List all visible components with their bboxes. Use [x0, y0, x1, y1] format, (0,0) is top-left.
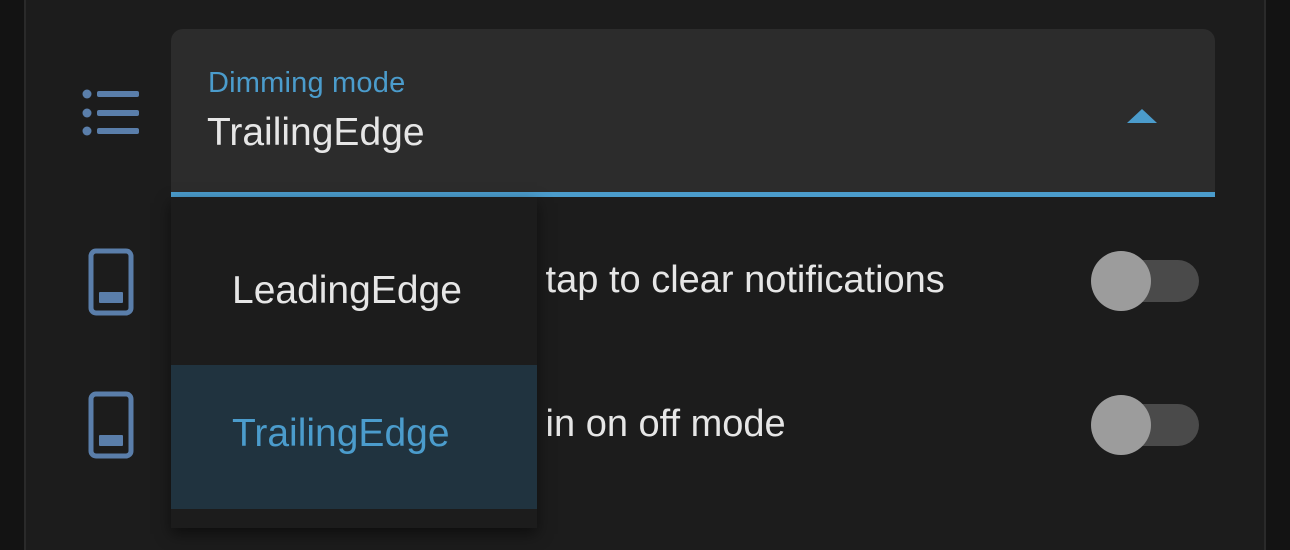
dimming-mode-dropdown: LeadingEdge TrailingEdge: [171, 197, 537, 528]
select-label: Dimming mode: [208, 67, 406, 99]
option-trailing-edge[interactable]: TrailingEdge: [171, 365, 537, 509]
option-label: LeadingEdge: [232, 269, 462, 312]
toggle-thumb: [1091, 395, 1151, 455]
toggle-thumb: [1091, 251, 1151, 311]
chevron-up-icon: [1127, 109, 1157, 123]
toggle-off-mode[interactable]: [1091, 394, 1201, 456]
select-value: TrailingEdge: [207, 111, 425, 154]
setting-label-tap-clear: k tap to clear notifications: [516, 259, 945, 301]
cellphone-icon: [88, 248, 134, 316]
dimming-mode-select[interactable]: Dimming mode TrailingEdge: [171, 29, 1215, 197]
setting-label-off-mode: k in on off mode: [516, 403, 786, 445]
app-frame: Dimming mode TrailingEdge k tap to clear…: [0, 0, 1290, 550]
toggle-tap-clear[interactable]: [1091, 250, 1201, 312]
option-label: TrailingEdge: [232, 412, 450, 455]
cellphone-icon: [88, 391, 134, 459]
option-leading-edge[interactable]: LeadingEdge: [171, 222, 537, 366]
format-list-bulleted-icon: [82, 88, 140, 138]
